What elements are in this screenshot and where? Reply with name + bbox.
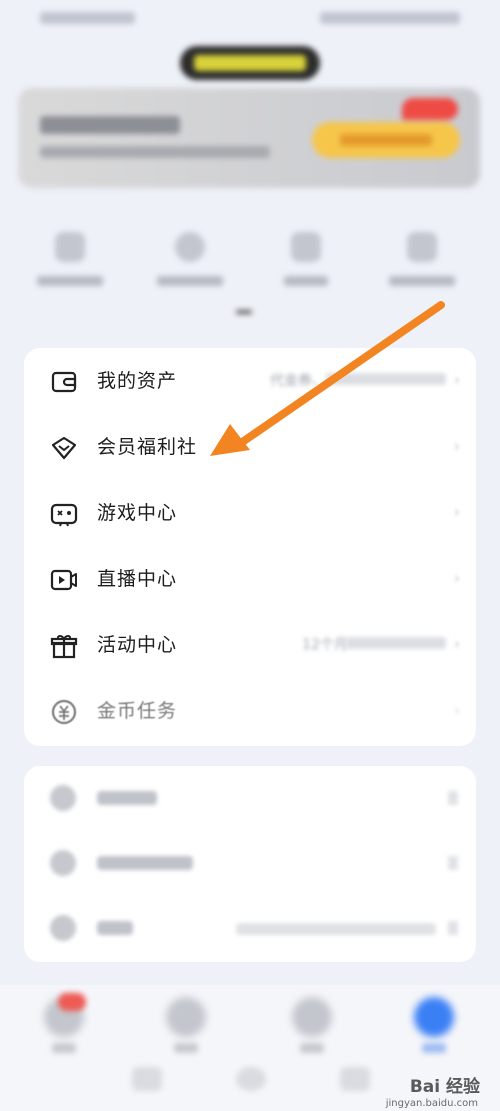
gift-icon xyxy=(50,635,78,659)
quick-entry-2-icon xyxy=(175,232,205,262)
tab-2-label xyxy=(174,1043,198,1053)
menu-item-label: 我的资产 xyxy=(97,370,178,392)
menu-item-sub: 12个月 xyxy=(302,637,348,653)
quick-entry-1[interactable] xyxy=(30,232,110,286)
tab-4-label xyxy=(422,1043,446,1053)
settings-row-3[interactable] xyxy=(24,896,476,961)
tab-badge xyxy=(58,993,86,1011)
menu-card: 我的资产 代金券、 › 会员福利社 › 游戏中心 › 直播中心 › 活动中心 1… xyxy=(24,348,476,746)
menu-item-label: 会员福利社 xyxy=(97,436,198,458)
menu-item-label: 游戏中心 xyxy=(97,502,178,524)
quick-entry-4[interactable] xyxy=(382,232,462,286)
banner-subtitle xyxy=(40,146,270,158)
page-indicator xyxy=(236,310,252,314)
wallet-icon xyxy=(51,371,77,393)
settings-row-2-icon xyxy=(50,850,76,876)
menu-item-member-welfare[interactable]: 会员福利社 › xyxy=(24,414,476,480)
live-icon xyxy=(50,569,77,591)
menu-item-game-center[interactable]: 游戏中心 › xyxy=(24,480,476,546)
notification-pill[interactable] xyxy=(180,46,320,80)
menu-item-assets[interactable]: 我的资产 代金券、 › xyxy=(24,348,476,414)
menu-item-activity-center[interactable]: 活动中心 12个月 › xyxy=(24,612,476,678)
coin-icon xyxy=(51,699,77,725)
quick-entries xyxy=(30,232,470,292)
quick-entry-2[interactable] xyxy=(150,232,230,286)
game-icon xyxy=(50,503,78,527)
chevron-right-icon: › xyxy=(454,371,460,389)
banner-button[interactable] xyxy=(312,122,460,158)
chevron-right-icon: › xyxy=(454,635,460,653)
settings-row-2[interactable] xyxy=(24,831,476,896)
settings-card xyxy=(24,766,476,962)
status-right xyxy=(320,12,460,24)
settings-row-3-icon xyxy=(50,915,76,941)
status-bar xyxy=(40,8,460,28)
vip-banner[interactable] xyxy=(18,88,480,188)
tab-1-label xyxy=(52,1043,76,1053)
banner-title xyxy=(40,116,180,134)
watermark-url: jingyan.baidu.com xyxy=(385,1098,478,1109)
tab-4-icon-active[interactable] xyxy=(414,997,454,1037)
status-left xyxy=(40,12,135,24)
chevron-right-icon: › xyxy=(454,503,460,521)
home-icon[interactable] xyxy=(236,1067,266,1091)
settings-row-1[interactable] xyxy=(24,766,476,831)
menu-item-label: 活动中心 xyxy=(97,634,178,656)
tab-3-label xyxy=(300,1043,324,1053)
chevron-right-icon: › xyxy=(454,437,460,455)
menu-item-coin-tasks[interactable]: 金币任务 › xyxy=(24,678,476,744)
menu-item-label: 金币任务 xyxy=(97,700,178,722)
chevron-right-icon: › xyxy=(454,701,460,719)
banner-badge xyxy=(402,98,458,120)
back-icon[interactable] xyxy=(132,1067,162,1091)
quick-entry-4-icon xyxy=(407,232,437,262)
recent-apps-icon[interactable] xyxy=(340,1067,370,1091)
watermark-brand: Bai 经验 xyxy=(409,1077,480,1097)
tab-3-icon[interactable] xyxy=(292,997,332,1037)
settings-row-1-icon xyxy=(50,785,76,811)
quick-entry-3-icon xyxy=(291,232,321,262)
quick-entry-1-icon xyxy=(55,232,85,262)
chevron-right-icon: › xyxy=(454,569,460,587)
menu-item-label: 直播中心 xyxy=(97,568,178,590)
menu-item-live-center[interactable]: 直播中心 › xyxy=(24,546,476,612)
menu-item-sub: 代金券、 xyxy=(270,373,326,389)
diamond-icon xyxy=(51,436,77,460)
quick-entry-3[interactable] xyxy=(266,232,346,286)
tab-2-icon[interactable] xyxy=(166,997,206,1037)
